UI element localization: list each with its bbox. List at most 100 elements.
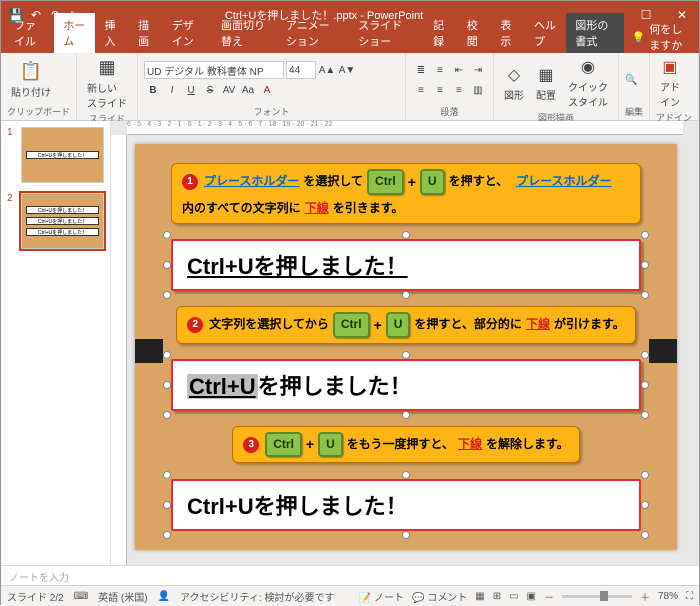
placeholder-1[interactable]: Ctrl+Uを押しました！ [171, 239, 641, 291]
key-ctrl: Ctrl [367, 169, 404, 194]
placeholder-text: Ctrl+Uを押しました！ [187, 254, 408, 279]
tab-help[interactable]: ヘルプ [525, 13, 566, 53]
thumbnail-number: 2 [7, 193, 19, 204]
key-ctrl: Ctrl [265, 432, 302, 457]
indent-inc-button[interactable]: ⇥ [469, 61, 487, 79]
tab-design[interactable]: デザイン [163, 13, 212, 53]
italic-button[interactable]: I [163, 81, 181, 99]
tab-record[interactable]: 記録 [424, 13, 458, 53]
group-editing: 🔍 編集 [619, 53, 650, 120]
addin-button[interactable]: ▣アド イン [656, 55, 684, 111]
align-left-button[interactable]: ≡ [412, 81, 430, 99]
key-u: U [420, 169, 445, 194]
arrange-button[interactable]: ▦配置 [532, 63, 560, 104]
editing-icon[interactable]: 🔍 [625, 75, 637, 86]
tell-me[interactable]: 💡 何をしますか [624, 21, 699, 53]
work-area: 1 Ctrl+Uを押しました！ 2 Ctrl+Uを押しました！ Ctrl+Uを押… [1, 121, 699, 565]
tab-home[interactable]: ホーム [54, 13, 95, 53]
group-paragraph-label: 段落 [412, 105, 487, 118]
paste-button[interactable]: 📋貼り付け [7, 59, 55, 101]
thumbnail-1[interactable]: 1 Ctrl+Uを押しました！ [7, 127, 104, 183]
group-font-label: フォント [144, 105, 399, 118]
font-color-button[interactable]: A [258, 81, 276, 99]
align-center-button[interactable]: ≡ [431, 81, 449, 99]
selected-text: Ctrl+U [187, 374, 258, 399]
callout-1: 1 プレースホルダー を選択して Ctrl + U を押すと、 プレースホルダー… [171, 163, 641, 223]
zoom-out-button[interactable]: － [544, 589, 554, 604]
new-slide-button[interactable]: ▦新しい スライド [83, 55, 131, 112]
tab-shape-format[interactable]: 図形の書式 [566, 13, 623, 53]
group-slides: ▦新しい スライド スライド [77, 53, 138, 120]
tab-file[interactable]: ファイル [5, 13, 54, 53]
underline-button[interactable]: U [182, 81, 200, 99]
grow-font-button[interactable]: A▲ [318, 61, 336, 79]
zoom-in-button[interactable]: ＋ [640, 589, 650, 604]
thumbnail-number: 1 [7, 127, 19, 138]
slide-canvas[interactable]: 6 · 5 · 4 · 3 · 2 · 1 · 0 · 1 · 2 · 3 · … [111, 121, 699, 565]
zoom-percent[interactable]: 78% [658, 591, 678, 602]
font-size-select[interactable]: 44 [286, 61, 316, 79]
ribbon-tabs: ファイル ホーム 挿入 描画 デザイン 画面切り替え アニメーション スライド … [1, 29, 699, 53]
key-ctrl: Ctrl [333, 312, 370, 337]
group-font: UD デジタル 教科書体 NP 44 A▲ A▼ B I U S AV Aa A… [138, 53, 406, 120]
group-clipboard: 📋貼り付け クリップボード [1, 53, 77, 120]
group-clipboard-label: クリップボード [7, 105, 70, 118]
shapes-button[interactable]: ◇図形 [500, 63, 528, 104]
char-spacing-button[interactable]: AV [220, 81, 238, 99]
tab-transitions[interactable]: 画面切り替え [212, 13, 277, 53]
tab-review[interactable]: 校閲 [458, 13, 492, 53]
change-case-button[interactable]: Aa [239, 81, 257, 99]
callout-num-icon: 3 [243, 437, 259, 453]
font-name-select[interactable]: UD デジタル 教科書体 NP [144, 61, 284, 79]
notes-pane[interactable]: ノートを入力 [1, 565, 699, 585]
shrink-font-button[interactable]: A▼ [338, 61, 356, 79]
bold-button[interactable]: B [144, 81, 162, 99]
lightbulb-icon: 💡 [632, 31, 646, 44]
accessibility-icon: 👤 [158, 591, 170, 602]
group-drawing: ◇図形 ▦配置 ◉クイック スタイル 図形描画 [494, 53, 619, 120]
notes-button[interactable]: 📝 ノート [359, 589, 404, 604]
lang-icon: ⌨ [74, 591, 88, 602]
placeholder-2[interactable]: Ctrl+Uを押しました！ [171, 359, 641, 411]
tab-draw[interactable]: 描画 [129, 13, 163, 53]
callout-num-icon: 2 [187, 317, 203, 333]
slide[interactable]: 1 プレースホルダー を選択して Ctrl + U を押すと、 プレースホルダー… [135, 144, 677, 551]
view-normal-icon[interactable]: ▦ [475, 591, 484, 602]
tab-slideshow[interactable]: スライド ショー [349, 13, 424, 53]
align-right-button[interactable]: ≡ [450, 81, 468, 99]
view-slideshow-icon[interactable]: ▣ [527, 591, 536, 602]
tab-insert[interactable]: 挿入 [95, 13, 129, 53]
placeholder-text: を押しました！ [258, 374, 412, 399]
fit-to-window-button[interactable]: ⛶ [686, 591, 693, 602]
language-button[interactable]: 英語 (米国) [98, 589, 147, 604]
callout-3: 3 Ctrl + U をもう一度押すと、 下線 を解除します。 [232, 426, 580, 463]
callout-num-icon: 1 [182, 174, 198, 190]
key-u: U [318, 432, 343, 457]
numbering-button[interactable]: ≡ [431, 61, 449, 79]
zoom-slider[interactable] [562, 595, 632, 598]
callout-link[interactable]: プレースホルダー [204, 172, 299, 191]
group-addin: ▣アド イン アドイン [650, 53, 699, 120]
comments-button[interactable]: 💬 コメント [412, 589, 467, 604]
columns-button[interactable]: ▥ [469, 81, 487, 99]
callout-link[interactable]: プレースホルダー [516, 172, 611, 191]
ruler-horizontal: 6 · 5 · 4 · 3 · 2 · 1 · 0 · 1 · 2 · 3 · … [127, 121, 683, 135]
group-paragraph: ≣ ≡ ⇤ ⇥ ≡ ≡ ≡ ▥ 段落 [406, 53, 494, 120]
bullets-button[interactable]: ≣ [412, 61, 430, 79]
tab-animations[interactable]: アニメーション [277, 13, 349, 53]
key-u: U [386, 312, 411, 337]
thumbnail-panel[interactable]: 1 Ctrl+Uを押しました！ 2 Ctrl+Uを押しました！ Ctrl+Uを押… [1, 121, 111, 565]
slide-indicator[interactable]: スライド 2/2 [7, 589, 64, 604]
thumbnail-2[interactable]: 2 Ctrl+Uを押しました！ Ctrl+Uを押しました！ Ctrl+Uを押しま… [7, 193, 104, 249]
tab-view[interactable]: 表示 [491, 13, 525, 53]
placeholder-3[interactable]: Ctrl+Uを押しました！ [171, 479, 641, 531]
strike-button[interactable]: S [201, 81, 219, 99]
quickstyle-button[interactable]: ◉クイック スタイル [564, 55, 612, 111]
callout-2: 2 文字列を選択してから Ctrl + U を押すと、部分的に 下線 が引けます… [176, 306, 636, 343]
view-reading-icon[interactable]: ▭ [509, 591, 518, 602]
accessibility-button[interactable]: アクセシビリティ: 検討が必要です [180, 589, 334, 604]
indent-dec-button[interactable]: ⇤ [450, 61, 468, 79]
view-sorter-icon[interactable]: ⊞ [493, 591, 501, 602]
ruler-vertical [111, 135, 127, 565]
status-bar: スライド 2/2 ⌨ 英語 (米国) 👤 アクセシビリティ: 検討が必要です 📝… [1, 585, 699, 606]
